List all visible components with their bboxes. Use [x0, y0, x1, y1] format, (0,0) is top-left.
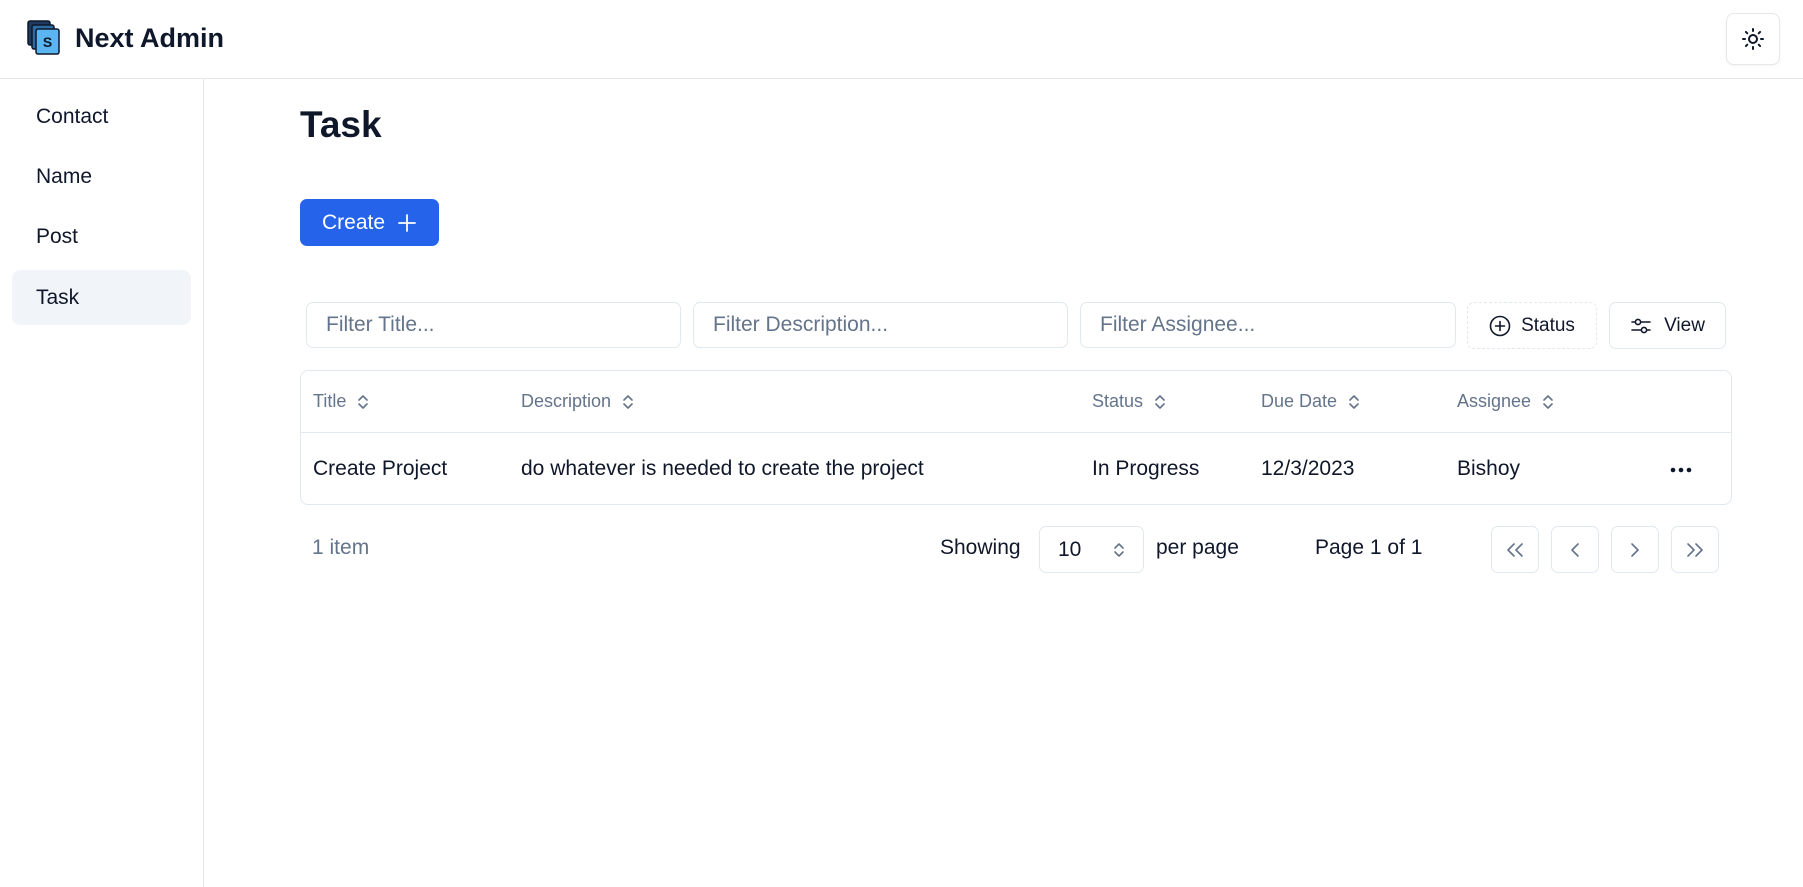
sliders-icon: [1631, 318, 1651, 333]
app-logo-icon: S: [27, 20, 60, 55]
column-header-label: Title: [313, 391, 347, 411]
cell-status: In Progress: [1092, 457, 1200, 480]
sidebar-item-label: Contact: [36, 104, 109, 128]
column-header-description[interactable]: Description: [521, 371, 635, 432]
column-header-due-date[interactable]: Due Date: [1261, 371, 1361, 432]
first-page-button[interactable]: [1491, 526, 1539, 573]
showing-label: Showing: [940, 536, 1021, 559]
chevron-right-icon: [1631, 542, 1639, 557]
chevron-up-down-icon: [1114, 543, 1124, 557]
sidebar-item-post[interactable]: Post: [12, 209, 191, 264]
tasks-table: Title Description Status Due Date Assign…: [300, 370, 1732, 505]
sun-icon: [1742, 28, 1764, 50]
page-info: Page 1 of 1: [1315, 536, 1423, 559]
per-page-label: per page: [1156, 536, 1239, 559]
sort-icon: [1349, 394, 1359, 409]
cell-due-date: 12/3/2023: [1261, 457, 1355, 480]
plus-icon: [398, 213, 416, 232]
plus-circle-icon: [1489, 315, 1511, 336]
column-header-label: Description: [521, 391, 612, 411]
brand[interactable]: S Next Admin: [27, 20, 224, 56]
sidebar-item-label: Name: [36, 164, 93, 188]
cell-assignee: Bishoy: [1457, 457, 1521, 480]
create-button-label: Create: [321, 210, 386, 234]
view-options-button[interactable]: View: [1609, 302, 1726, 349]
sidebar-item-label: Task: [36, 285, 80, 309]
top-bar: S Next Admin: [0, 0, 1803, 79]
chevrons-right-icon: [1687, 542, 1703, 557]
sidebar-item-task[interactable]: Task: [12, 270, 191, 325]
theme-toggle-button[interactable]: [1726, 13, 1780, 65]
page-size-select[interactable]: 10: [1039, 526, 1144, 573]
app-title: Next Admin: [75, 22, 225, 53]
status-filter-label: Status: [1521, 314, 1575, 336]
sidebar-item-contact[interactable]: Contact: [12, 89, 191, 144]
sidebar: Contact Name Post Task: [0, 79, 204, 887]
chevron-left-icon: [1571, 542, 1579, 557]
page-size-value: 10: [1058, 537, 1082, 561]
svg-text:S: S: [43, 34, 52, 50]
filter-title-input[interactable]: [306, 302, 681, 348]
sort-icon: [1155, 394, 1165, 409]
filter-assignee-input[interactable]: [1080, 302, 1456, 348]
previous-page-button[interactable]: [1551, 526, 1599, 573]
cell-title[interactable]: Create Project: [313, 433, 447, 505]
column-header-title[interactable]: Title: [313, 371, 370, 432]
more-horizontal-icon: [1670, 467, 1692, 473]
page-title: Task: [300, 104, 382, 145]
sort-icon: [623, 394, 633, 409]
create-button[interactable]: Create: [300, 199, 439, 246]
row-actions-button[interactable]: [1666, 455, 1696, 485]
column-header-label: Status: [1092, 391, 1144, 411]
next-page-button[interactable]: [1611, 526, 1659, 573]
column-header-label: Due Date: [1261, 391, 1338, 411]
status-filter-button[interactable]: Status: [1467, 302, 1597, 349]
column-header-label: Assignee: [1457, 391, 1532, 411]
column-header-status[interactable]: Status: [1092, 371, 1167, 432]
chevrons-left-icon: [1507, 542, 1523, 557]
last-page-button[interactable]: [1671, 526, 1719, 573]
sort-icon: [1543, 394, 1553, 409]
view-options-label: View: [1664, 314, 1705, 336]
item-count: 1 item: [312, 536, 370, 559]
sidebar-item-name[interactable]: Name: [12, 149, 191, 204]
sidebar-item-label: Post: [36, 224, 79, 248]
filter-description-input[interactable]: [693, 302, 1068, 348]
column-header-assignee[interactable]: Assignee: [1457, 371, 1555, 432]
sort-icon: [358, 394, 369, 409]
cell-description: do whatever is needed to create the proj…: [521, 457, 924, 480]
